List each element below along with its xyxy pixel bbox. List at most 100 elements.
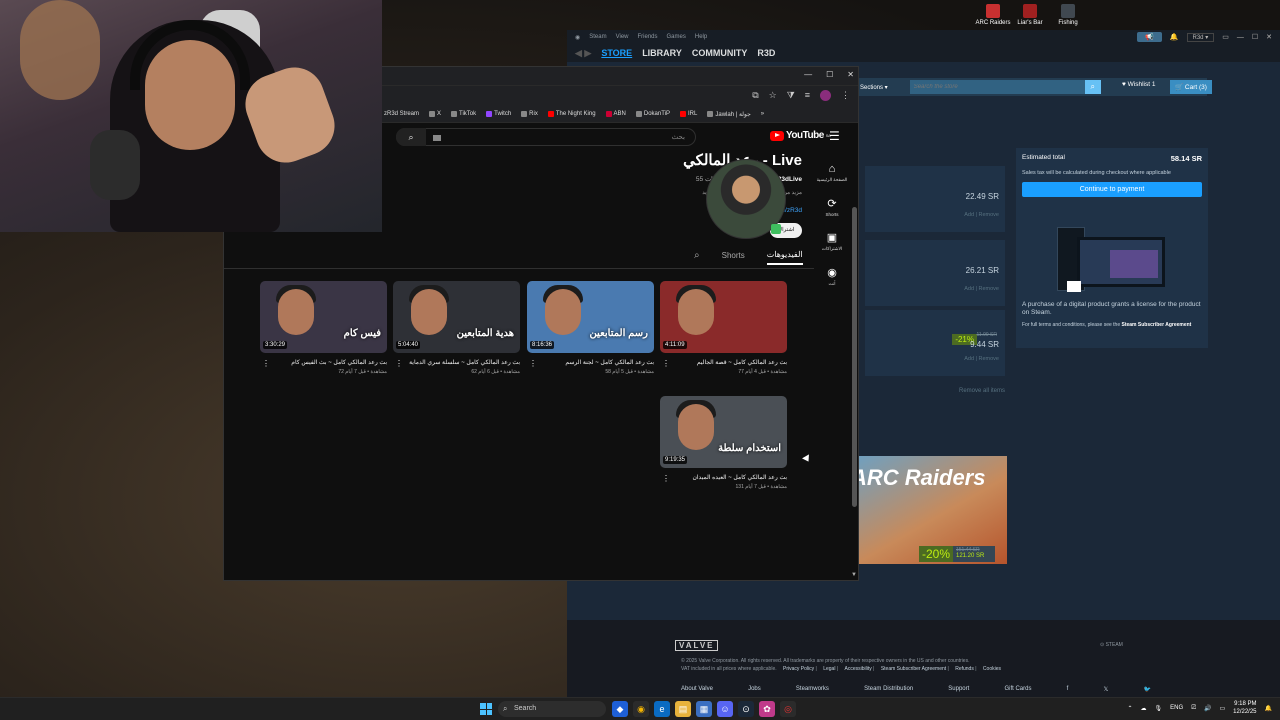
menu-games[interactable]: Games — [667, 34, 686, 40]
install-app-icon[interactable]: ⧉ — [752, 90, 758, 101]
video-title[interactable]: بث رعد المالكي كامل ~ العيده الميدان — [660, 474, 787, 481]
privacy-policy-link[interactable]: Privacy Policy — [783, 666, 814, 672]
profile-avatar[interactable] — [820, 90, 831, 101]
bookmark[interactable]: Jawlah | جولة — [707, 111, 751, 118]
x-icon[interactable]: 𝕏 — [1103, 686, 1108, 693]
gift-cards-link[interactable]: Gift Cards — [1004, 686, 1031, 693]
photos-icon[interactable]: ✿ — [759, 701, 775, 717]
menu-friends[interactable]: Friends — [638, 34, 658, 40]
more-bookmarks-icon[interactable]: » — [761, 111, 764, 117]
cookies-link[interactable]: Cookies — [983, 666, 1001, 672]
subscriber-agreement-link[interactable]: Steam Subscriber Agreement — [1122, 322, 1192, 328]
file-explorer-icon[interactable]: ▤ — [675, 701, 691, 717]
tab-videos[interactable]: الفيديوهات — [766, 250, 803, 265]
sidebar-item-subscriptions[interactable]: ▣ الاشتراكات — [812, 231, 852, 252]
legal-link[interactable]: Legal — [823, 666, 835, 672]
remove-link[interactable]: Remove — [979, 356, 999, 362]
minimize-icon[interactable]: ▭ — [1222, 33, 1229, 41]
bookmark[interactable]: Twitch — [486, 111, 511, 117]
search-icon[interactable]: ⌕ — [1084, 80, 1101, 94]
youtube-search-input[interactable]: ⌕ بحث — [396, 128, 696, 146]
arc-raiders-shortcut[interactable]: ARC Raiders — [973, 4, 1013, 26]
network-icon[interactable]: ⎚ — [1191, 705, 1196, 712]
chrome-icon[interactable]: ◉ — [633, 701, 649, 717]
video-card[interactable]: هدية المتابعين 5:04:40 ⋮ بث رعد المالكي … — [393, 281, 520, 375]
accessibility-link[interactable]: Accessibility — [845, 666, 872, 672]
store-icon[interactable]: ▦ — [696, 701, 712, 717]
remove-link[interactable]: Remove — [979, 212, 999, 218]
more-options-icon[interactable]: ⋮ — [529, 359, 537, 368]
video-title[interactable]: بث رعد المالكي كامل ~ لجنة الرسم — [527, 359, 654, 366]
clock[interactable]: 9:18 PM 12/22/25 — [1233, 700, 1256, 716]
liars-bar-shortcut[interactable]: Liar's Bar — [1010, 4, 1050, 26]
about-valve-link[interactable]: About Valve — [681, 686, 713, 693]
discord-icon[interactable]: ☺ — [717, 701, 733, 717]
browser-menu-icon[interactable]: ⋮ — [841, 90, 850, 101]
video-card[interactable]: استخدام سلطة 9:19:35 ⋮ بث رعد المالكي كا… — [660, 396, 787, 490]
menu-view[interactable]: View — [616, 34, 629, 40]
volume-icon[interactable]: 🔊 — [1204, 705, 1211, 712]
store-search-input[interactable] — [909, 80, 1085, 94]
onedrive-icon[interactable]: ☁ — [1141, 705, 1147, 712]
video-card[interactable]: فيس كام 3:30:29 ⋮ بث رعد المالكي كامل ~ … — [260, 281, 387, 375]
bookmark[interactable]: ABN — [605, 111, 626, 117]
search-icon[interactable]: ⌕ — [694, 250, 700, 265]
taskbar-search-input[interactable]: ⌕ Search — [498, 701, 606, 717]
video-thumbnail[interactable]: استخدام سلطة 9:19:35 — [660, 396, 787, 468]
remove-link[interactable]: Remove — [979, 286, 999, 292]
minimize-button[interactable]: — — [804, 70, 812, 79]
video-title[interactable]: بث رعد المالكي كامل ~ قصة الجاليم — [660, 359, 787, 366]
back-arrow-icon[interactable]: ◀ ▶ — [575, 48, 591, 59]
arc-raiders-promo[interactable]: ARC Raiders -20% 151.44 SR 121.20 SR — [857, 456, 1007, 564]
language-indicator[interactable]: ENG — [1170, 705, 1183, 711]
jobs-link[interactable]: Jobs — [748, 686, 761, 693]
bookmark[interactable]: The Night King — [547, 111, 596, 117]
bookmark[interactable]: DokanTiP — [635, 111, 670, 117]
sidebar-item-you[interactable]: ◉ أنت — [812, 266, 852, 287]
bookmark[interactable]: TikTok — [451, 111, 476, 117]
wishlist-link[interactable]: ♥ Wishlist 1 — [1122, 81, 1156, 88]
remove-all-link[interactable]: Remove all items — [959, 388, 1005, 394]
battery-icon[interactable]: ▭ — [1219, 705, 1225, 712]
nav-profile[interactable]: R3D — [757, 48, 775, 58]
menu-steam[interactable]: Steam — [589, 34, 606, 40]
broadcast-icon[interactable]: 📢 — [1137, 32, 1162, 42]
sidebar-item-shorts[interactable]: ⟳ Shorts — [812, 197, 852, 217]
tab-shorts[interactable]: Shorts — [722, 251, 745, 264]
edge-icon[interactable]: e — [654, 701, 670, 717]
video-card[interactable]: 4:11:09 ⋮ بث رعد المالكي كامل ~ قصة الجا… — [660, 281, 787, 375]
video-card[interactable]: رسم المتابعين 8:16:36 ⋮ بث رعد المالكي ك… — [527, 281, 654, 375]
maximize-button[interactable]: ☐ — [1252, 33, 1258, 41]
close-button[interactable]: ✕ — [847, 70, 854, 79]
more-options-icon[interactable]: ⋮ — [262, 359, 270, 368]
bookmark[interactable]: IRL — [680, 111, 697, 117]
maximize-button[interactable]: ☐ — [826, 70, 833, 79]
extensions-icon[interactable]: ⧩ — [787, 90, 795, 101]
close-button[interactable]: ✕ — [1266, 33, 1272, 41]
chevron-up-icon[interactable]: ⌃ — [1128, 705, 1133, 712]
steam-distribution-link[interactable]: Steam Distribution — [864, 686, 913, 693]
video-thumbnail[interactable]: فيس كام 3:30:29 — [260, 281, 387, 353]
more-options-icon[interactable]: ⋮ — [662, 474, 670, 483]
keyboard-icon[interactable] — [433, 135, 441, 141]
hamburger-menu-icon[interactable]: ☰ — [829, 129, 840, 143]
add-link[interactable]: Add — [964, 356, 974, 362]
copilot-icon[interactable]: ◆ — [612, 701, 628, 717]
windows-start-icon[interactable] — [480, 703, 492, 715]
microphone-icon[interactable]: 🎙 — [1155, 705, 1163, 712]
twitter-icon[interactable]: 🐦 — [1143, 686, 1150, 693]
more-options-icon[interactable]: ⋮ — [662, 359, 670, 368]
minimize-button[interactable]: — — [1237, 34, 1244, 41]
video-thumbnail[interactable]: هدية المتابعين 5:04:40 — [393, 281, 520, 353]
continue-to-payment-button[interactable]: Continue to payment — [1022, 182, 1202, 197]
notification-bell-icon[interactable]: 🔔 — [1170, 33, 1179, 41]
tab-search-icon[interactable]: ≡ — [805, 90, 810, 101]
notification-icon[interactable]: 🔔 — [1265, 705, 1272, 712]
steamworks-link[interactable]: Steamworks — [796, 686, 829, 693]
scrollbar[interactable] — [852, 207, 857, 507]
bookmark[interactable]: X — [429, 111, 441, 117]
scroll-down-arrow-icon[interactable]: ▼ — [851, 572, 857, 578]
search-icon[interactable]: ⌕ — [396, 128, 426, 146]
support-link[interactable]: Support — [948, 686, 969, 693]
add-link[interactable]: Add — [964, 212, 974, 218]
